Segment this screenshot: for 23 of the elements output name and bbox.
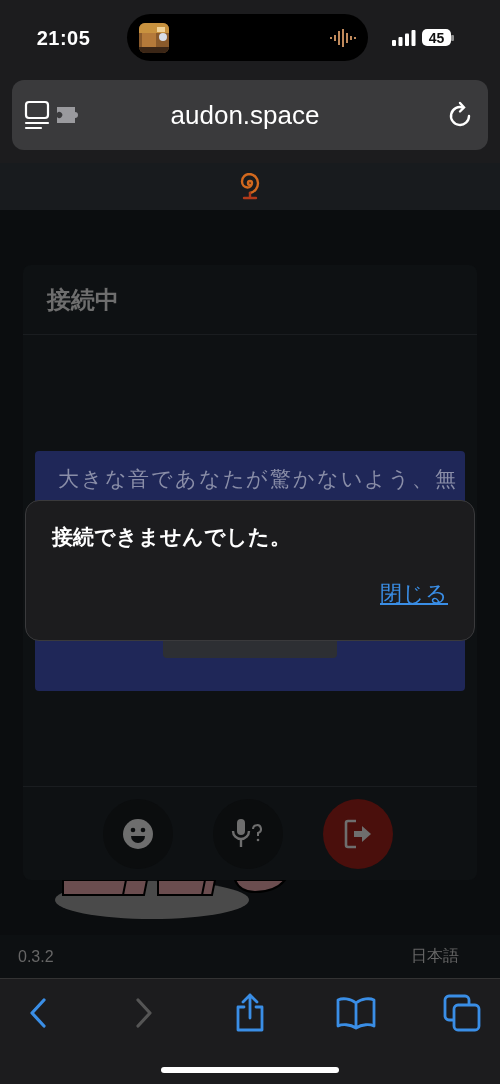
language-link[interactable]: 日本語 [411,946,459,967]
back-icon [28,997,48,1029]
microphone-question-icon [231,818,265,849]
signal-icon [392,29,416,46]
tabs-button[interactable] [442,993,482,1033]
notice-text: 大きな音であなたが驚かないよう、無 [58,466,458,492]
forward-icon [134,997,154,1029]
url-text: audon.space [169,99,321,131]
battery-level: 45 [422,29,451,46]
close-link[interactable]: 閉じる [380,579,448,609]
page-menu-icon[interactable] [24,100,50,130]
battery-tip-icon [451,34,454,41]
exit-icon [344,818,372,849]
version-text: 0.3.2 [18,947,54,966]
clock: 21:05 [35,26,92,50]
waveform-icon [330,28,356,47]
tabs-icon [443,994,481,1032]
address-bar[interactable]: audon.space [12,80,488,150]
room-title: 接続中 [23,265,477,335]
book-icon [336,996,376,1030]
share-icon [234,993,266,1033]
alert-message: 接続できませんでした。 [52,524,291,550]
smiley-icon [123,818,153,849]
